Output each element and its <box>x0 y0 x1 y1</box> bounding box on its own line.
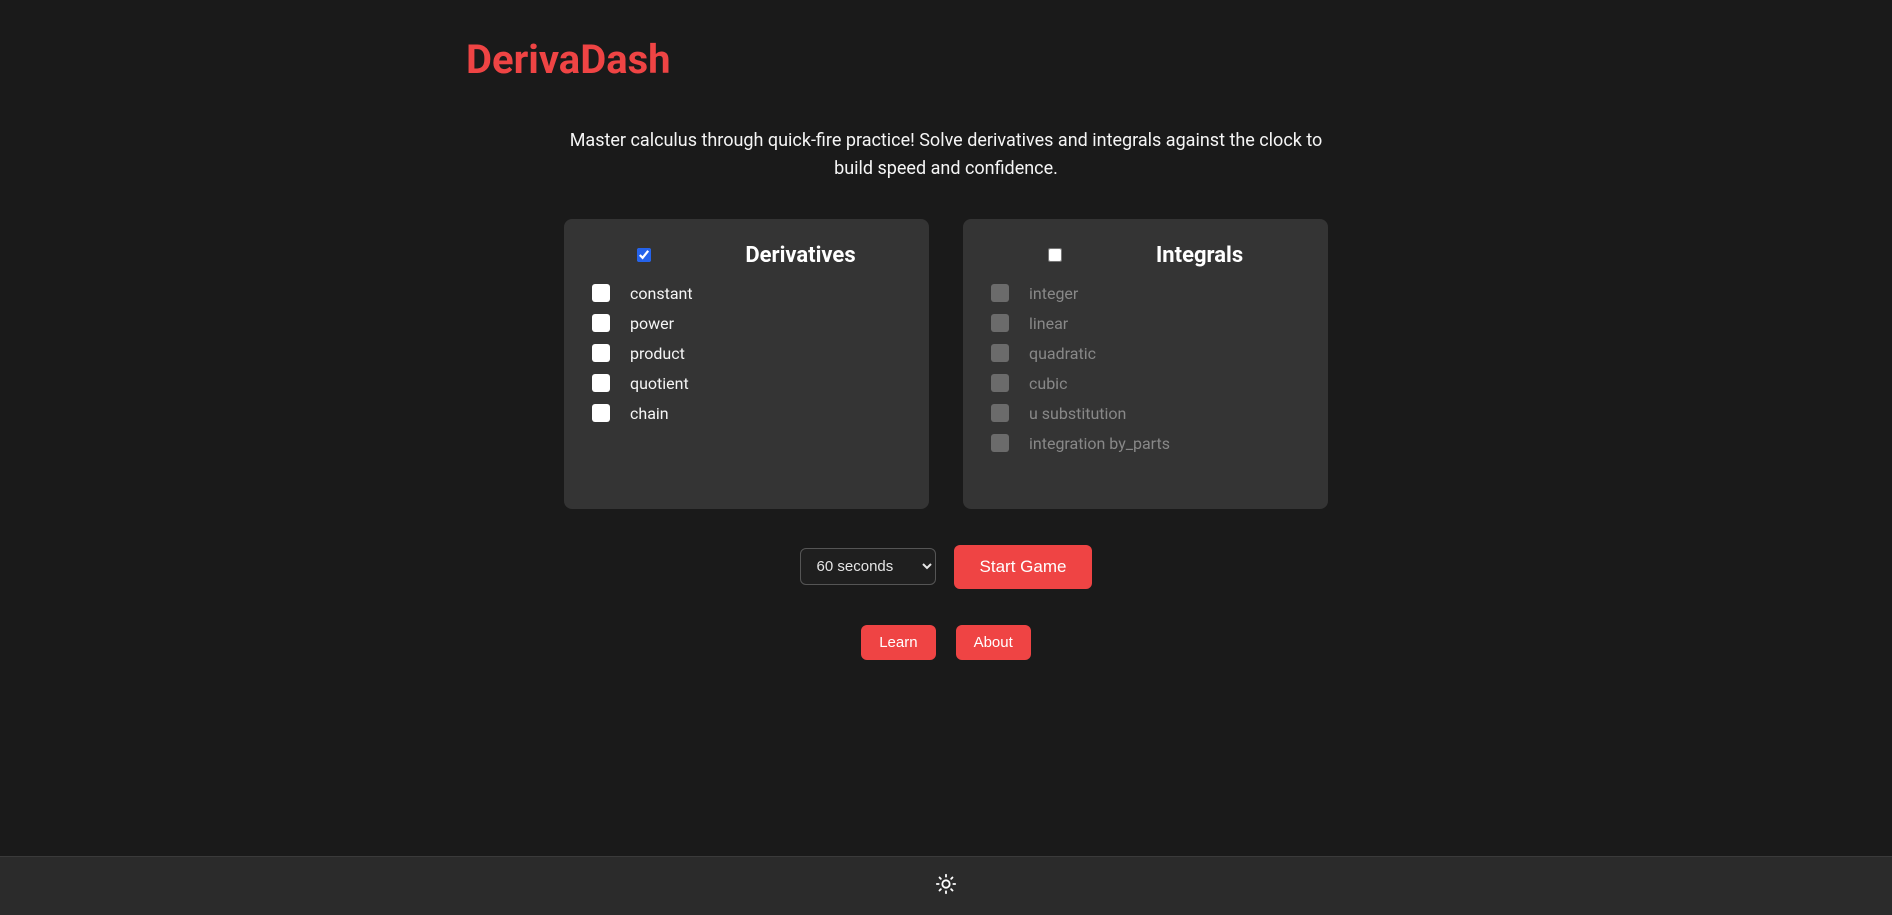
checkbox-icon <box>991 374 1009 392</box>
option-label: product <box>630 344 685 363</box>
integrals-option-cubic: cubic <box>989 374 1302 393</box>
derivatives-option-chain[interactable]: chain <box>590 404 903 423</box>
derivatives-option-constant[interactable]: constant <box>590 284 903 303</box>
integrals-option-byparts: integration by_parts <box>989 434 1302 453</box>
checkbox-icon <box>991 314 1009 332</box>
cards-container: Derivatives constant power product quoti… <box>466 219 1426 509</box>
option-label: quadratic <box>1029 344 1096 363</box>
integrals-title: Integrals <box>1156 243 1243 268</box>
integrals-option-usub: u substitution <box>989 404 1302 423</box>
duration-select[interactable]: 60 seconds <box>800 548 936 585</box>
checkbox-icon <box>991 284 1009 302</box>
checkbox-icon[interactable] <box>592 404 610 422</box>
checkbox-icon[interactable] <box>592 284 610 302</box>
integrals-option-linear: linear <box>989 314 1302 333</box>
checkbox-icon <box>991 434 1009 452</box>
option-label: integration by_parts <box>1029 434 1170 453</box>
integrals-option-quadratic: quadratic <box>989 344 1302 363</box>
checkbox-icon <box>991 404 1009 422</box>
footer <box>0 856 1892 915</box>
derivatives-title: Derivatives <box>745 243 855 268</box>
description: Master calculus through quick-fire pract… <box>566 127 1326 183</box>
about-button[interactable]: About <box>956 625 1031 660</box>
derivatives-option-product[interactable]: product <box>590 344 903 363</box>
integrals-card: Integrals integer linear quadratic cubic… <box>963 219 1328 509</box>
option-label: linear <box>1029 314 1068 333</box>
option-label: integer <box>1029 284 1078 303</box>
integrals-toggle[interactable] <box>1048 248 1062 262</box>
page-title: DerivaDash <box>466 36 1426 83</box>
option-label: quotient <box>630 374 689 393</box>
checkbox-icon[interactable] <box>592 314 610 332</box>
option-label: cubic <box>1029 374 1067 393</box>
option-label: chain <box>630 404 669 423</box>
start-game-button[interactable]: Start Game <box>954 545 1093 589</box>
derivatives-toggle[interactable] <box>637 248 651 262</box>
option-label: constant <box>630 284 693 303</box>
derivatives-card: Derivatives constant power product quoti… <box>564 219 929 509</box>
checkbox-icon[interactable] <box>592 374 610 392</box>
checkbox-icon[interactable] <box>592 344 610 362</box>
sun-icon[interactable] <box>935 873 957 895</box>
derivatives-option-power[interactable]: power <box>590 314 903 333</box>
derivatives-option-quotient[interactable]: quotient <box>590 374 903 393</box>
controls-row: 60 seconds Start Game <box>466 545 1426 589</box>
learn-button[interactable]: Learn <box>861 625 935 660</box>
option-label: u substitution <box>1029 404 1126 423</box>
integrals-option-integer: integer <box>989 284 1302 303</box>
nav-buttons: Learn About <box>466 625 1426 660</box>
option-label: power <box>630 314 674 333</box>
checkbox-icon <box>991 344 1009 362</box>
